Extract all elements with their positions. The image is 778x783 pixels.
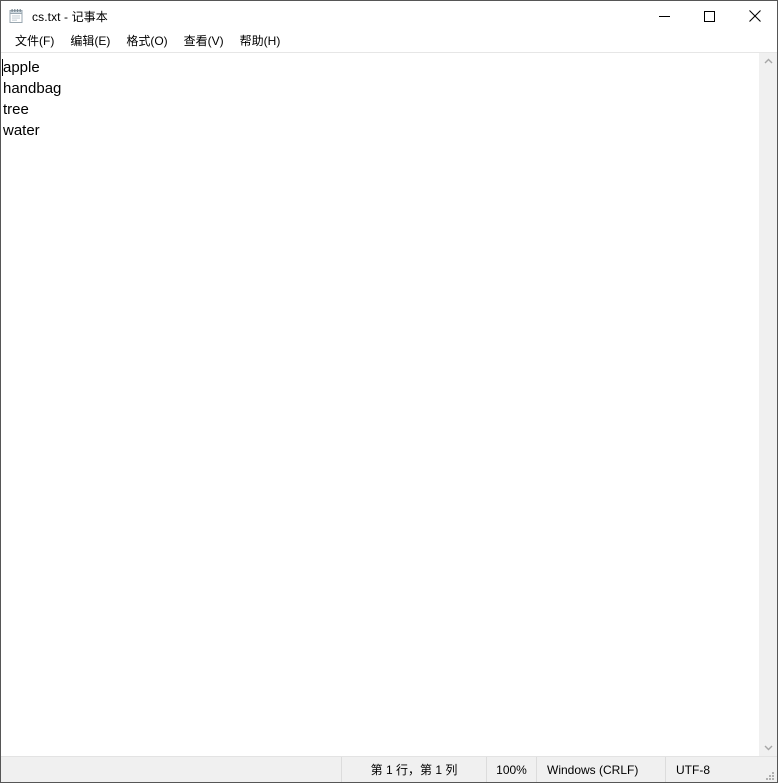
notepad-icon xyxy=(8,8,24,24)
notepad-window: cs.txt - 记事本 文件(F) 编辑(E) 格式(O) 查看(V) 帮助(… xyxy=(0,0,778,783)
text-editor[interactable]: apple handbag tree water xyxy=(1,53,759,756)
status-cursor-position: 第 1 行，第 1 列 xyxy=(341,757,486,782)
scroll-down-button[interactable] xyxy=(760,739,777,756)
close-button[interactable] xyxy=(732,1,777,31)
window-controls xyxy=(642,1,777,31)
status-line-ending[interactable]: Windows (CRLF) xyxy=(536,757,665,782)
window-title: cs.txt - 记事本 xyxy=(32,9,108,24)
maximize-button[interactable] xyxy=(687,1,732,31)
status-encoding[interactable]: UTF-8 xyxy=(665,757,777,782)
editor-text[interactable]: apple handbag tree water xyxy=(1,53,759,141)
scrollbar-track[interactable] xyxy=(760,70,777,739)
menu-view[interactable]: 查看(V) xyxy=(176,32,232,51)
editor-area: apple handbag tree water xyxy=(1,52,777,756)
text-caret xyxy=(2,59,3,76)
scroll-up-button[interactable] xyxy=(760,53,777,70)
minimize-button[interactable] xyxy=(642,1,687,31)
menu-help[interactable]: 帮助(H) xyxy=(232,32,289,51)
status-spacer xyxy=(1,757,341,782)
menu-bar: 文件(F) 编辑(E) 格式(O) 查看(V) 帮助(H) xyxy=(1,31,777,52)
menu-file[interactable]: 文件(F) xyxy=(7,32,62,51)
menu-edit[interactable]: 编辑(E) xyxy=(62,32,118,51)
status-zoom-level[interactable]: 100% xyxy=(486,757,536,782)
menu-format[interactable]: 格式(O) xyxy=(118,32,175,51)
title-bar[interactable]: cs.txt - 记事本 xyxy=(1,1,777,31)
resize-grip[interactable] xyxy=(763,769,775,781)
vertical-scrollbar[interactable] xyxy=(759,53,777,756)
status-bar: 第 1 行，第 1 列 100% Windows (CRLF) UTF-8 xyxy=(1,756,777,782)
